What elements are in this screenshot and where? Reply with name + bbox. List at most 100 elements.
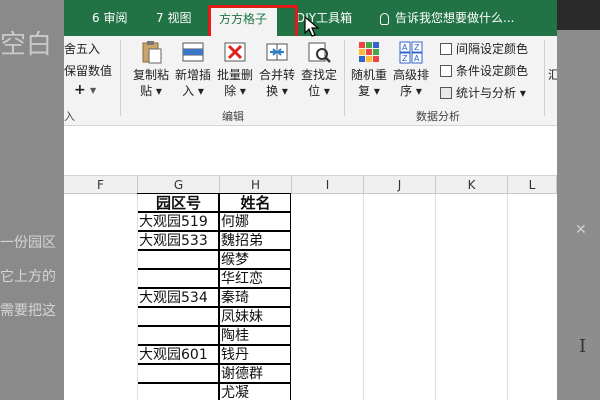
park-cell[interactable] — [137, 364, 219, 383]
edit-group-label: 编辑 — [222, 110, 244, 123]
button-label: 批量删 — [216, 68, 253, 82]
button-label: 查找定 — [300, 68, 337, 82]
name-cell[interactable]: 魏招弟 — [219, 231, 291, 250]
column-header-f[interactable]: F — [64, 176, 138, 194]
gridline — [137, 194, 138, 400]
background-article-left: 空白 一份园区 它上方的 需要把这 — [0, 0, 64, 400]
cond-color-icon — [440, 65, 452, 77]
button-label: 统计与分析 — [456, 86, 517, 100]
svg-text:A: A — [402, 43, 408, 52]
name-cell[interactable]: 谢德群 — [219, 364, 291, 383]
name-cell[interactable]: 陶桂 — [219, 326, 291, 345]
plus-button[interactable]: + — [74, 82, 86, 98]
delete-cells-icon — [223, 40, 247, 64]
formula-area — [64, 126, 557, 176]
close-icon[interactable]: ✕ — [575, 222, 587, 238]
svg-text:Z: Z — [402, 54, 408, 63]
random-repeat-button[interactable]: 随机重复 ▾ — [348, 40, 390, 99]
park-cell[interactable]: 大观园533 — [137, 231, 219, 250]
background-line: 一份园区 — [0, 235, 56, 251]
tab-review[interactable]: 6 审阅 — [92, 0, 127, 36]
button-label: 条件设定颜色 — [456, 64, 529, 78]
park-cell[interactable]: 大观园534 — [137, 288, 219, 307]
button-label: 除 — [224, 84, 237, 98]
clipboard-icon — [139, 40, 163, 64]
background-topbar — [557, 0, 600, 30]
cond-color-button[interactable]: 条件设定颜色 — [440, 62, 528, 79]
background-heading: 空白 — [0, 30, 53, 60]
tell-me-box[interactable]: 告诉我您想要做什么... — [380, 0, 514, 36]
ribbon-separator — [120, 40, 121, 116]
svg-text:Z: Z — [414, 43, 420, 52]
gridline — [507, 194, 508, 400]
keep-value-button[interactable]: 保留数值 — [64, 62, 112, 79]
round-button[interactable]: 舍五入 — [64, 40, 100, 57]
button-label: 间隔设定颜色 — [456, 42, 529, 56]
text-cursor-icon: I — [579, 336, 587, 357]
name-cell[interactable]: 何娜 — [219, 212, 291, 231]
stats-button[interactable]: 统计与分析 ▾ — [440, 84, 526, 101]
name-cell[interactable]: 华红恋 — [219, 269, 291, 288]
insert-rows-icon — [181, 40, 205, 64]
name-cell[interactable]: 秦琦 — [219, 288, 291, 307]
button-label: 位 — [308, 84, 321, 98]
park-cell[interactable] — [137, 269, 219, 288]
column-header-i[interactable]: I — [292, 176, 364, 194]
ribbon-separator — [544, 40, 545, 116]
button-label: 随机重 — [350, 68, 387, 82]
ribbon: 舍五入 保留数值 + ▼ 入 复制粘贴 ▾ 新增插入 ▾ 批量删除 ▾ 合并转 … — [64, 36, 557, 126]
column-header-j[interactable]: J — [364, 176, 436, 194]
excel-window: 6 审阅 7 视图 方方格子 DIY工具箱 告诉我您想要做什么... 舍五入 保… — [64, 0, 557, 400]
name-cell[interactable]: 缑梦 — [219, 250, 291, 269]
gridline — [363, 194, 364, 400]
column-header-l[interactable]: L — [508, 176, 557, 194]
copy-paste-button[interactable]: 复制粘贴 ▾ — [130, 40, 172, 99]
merge-icon — [265, 40, 289, 64]
park-cell[interactable] — [137, 326, 219, 345]
header-cell-name[interactable]: 姓名 — [219, 193, 291, 212]
park-cell[interactable] — [137, 383, 219, 400]
background-line: 它上方的 — [0, 269, 56, 285]
park-cell[interactable]: 大观园601 — [137, 345, 219, 364]
background-article-right: ✕ I — [557, 0, 600, 400]
park-cell[interactable] — [137, 307, 219, 326]
name-cell[interactable]: 钱丹 — [219, 345, 291, 364]
background-line: 需要把这 — [0, 303, 56, 319]
button-label: 高级排 — [392, 68, 429, 82]
spreadsheet-grid[interactable]: 园区号 姓名 大观园519 何娜 大观园533 魏招弟 缑梦 华红恋 大观园53… — [64, 193, 557, 400]
random-grid-icon — [357, 40, 381, 64]
tell-me-text: 告诉我您想要做什么... — [395, 11, 515, 25]
park-cell[interactable]: 大观园519 — [137, 212, 219, 231]
park-cell[interactable] — [137, 250, 219, 269]
button-label: 贴 — [140, 84, 153, 98]
chevron-down-icon[interactable]: ▼ — [90, 86, 96, 95]
button-label: 序 — [400, 84, 413, 98]
column-header-k[interactable]: K — [436, 176, 508, 194]
column-header-g[interactable]: G — [138, 176, 220, 194]
data-group-label: 数据分析 — [416, 110, 460, 123]
ribbon-separator — [344, 40, 345, 116]
column-header-h[interactable]: H — [220, 176, 292, 194]
right-partial-label[interactable]: 汇 — [548, 66, 557, 83]
sort-az-icon: AZZA — [399, 40, 423, 64]
batch-delete-button[interactable]: 批量删除 ▾ — [214, 40, 256, 99]
add-insert-button[interactable]: 新增插入 ▾ — [172, 40, 214, 99]
merge-convert-button[interactable]: 合并转换 ▾ — [256, 40, 298, 99]
name-cell[interactable]: 尤凝 — [219, 383, 291, 400]
mouse-pointer-icon — [304, 16, 320, 37]
header-cell-park[interactable]: 园区号 — [137, 193, 219, 212]
advanced-sort-button[interactable]: AZZA 高级排序 ▾ — [390, 40, 432, 99]
button-label: 合并转 — [258, 68, 295, 82]
name-cell[interactable]: 凤妹妹 — [219, 307, 291, 326]
find-icon — [307, 40, 331, 64]
stats-icon — [440, 87, 452, 99]
left-group-label: 入 — [64, 110, 75, 123]
button-label: 新增插 — [174, 68, 211, 82]
button-label: 复 — [358, 84, 371, 98]
tab-view[interactable]: 7 视图 — [156, 0, 191, 36]
find-locate-button[interactable]: 查找定位 ▾ — [298, 40, 340, 99]
gridline — [435, 194, 436, 400]
interval-color-button[interactable]: 间隔设定颜色 — [440, 40, 528, 57]
svg-text:A: A — [414, 54, 420, 63]
interval-color-icon — [440, 43, 452, 55]
